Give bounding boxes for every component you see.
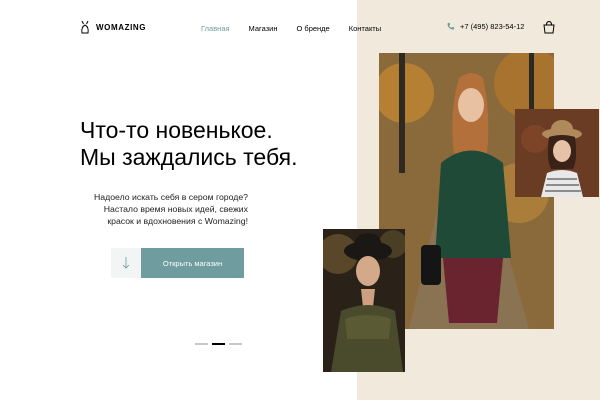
phone-icon [447,22,455,30]
arrow-down-icon [122,257,130,269]
hero-title: Что-то новенькое. Мы заждались тебя. [80,117,297,171]
nav-item-home[interactable]: Главная [201,24,230,33]
hero-subtitle: Надоело искать себя в сером городе? Наст… [78,191,248,227]
woman-in-hat-photo [515,109,599,197]
hero-subtitle-line: Надоело искать себя в сером городе? [94,192,248,202]
nav-item-shop[interactable]: Магазин [249,24,278,33]
nav-item-about[interactable]: О бренде [296,24,329,33]
hero-subtitle-line: красок и вдохновения с Womazing! [107,216,248,226]
slider-dot[interactable] [229,343,242,345]
open-shop-button[interactable]: Открыть магазин [141,248,244,278]
nav-item-contacts[interactable]: Контакты [349,24,381,33]
main-nav: Главная Магазин О бренде Контакты [201,24,381,33]
slider-dots [195,343,242,345]
logo[interactable]: WOMAZING [80,20,146,34]
slider-dot[interactable] [195,343,208,345]
phone-number: +7 (495) 823-54-12 [460,22,525,31]
woman-in-black-hat-photo [323,229,405,372]
phone-link[interactable]: +7 (495) 823-54-12 [446,22,524,31]
hero-photo-hat [515,109,599,197]
logo-text: WOMAZING [96,22,147,32]
slider-dot-active[interactable] [212,343,225,345]
scroll-down-button[interactable] [111,248,141,278]
hero-title-line: Мы заждались тебя. [80,144,298,170]
hero-subtitle-line: Настало время новых идей, свежих [103,204,248,214]
logo-icon [81,20,89,34]
hero-photo-dark [323,229,405,372]
shopping-bag-icon[interactable] [542,20,556,34]
hero-title-line: Что-то новенькое. [80,117,273,143]
